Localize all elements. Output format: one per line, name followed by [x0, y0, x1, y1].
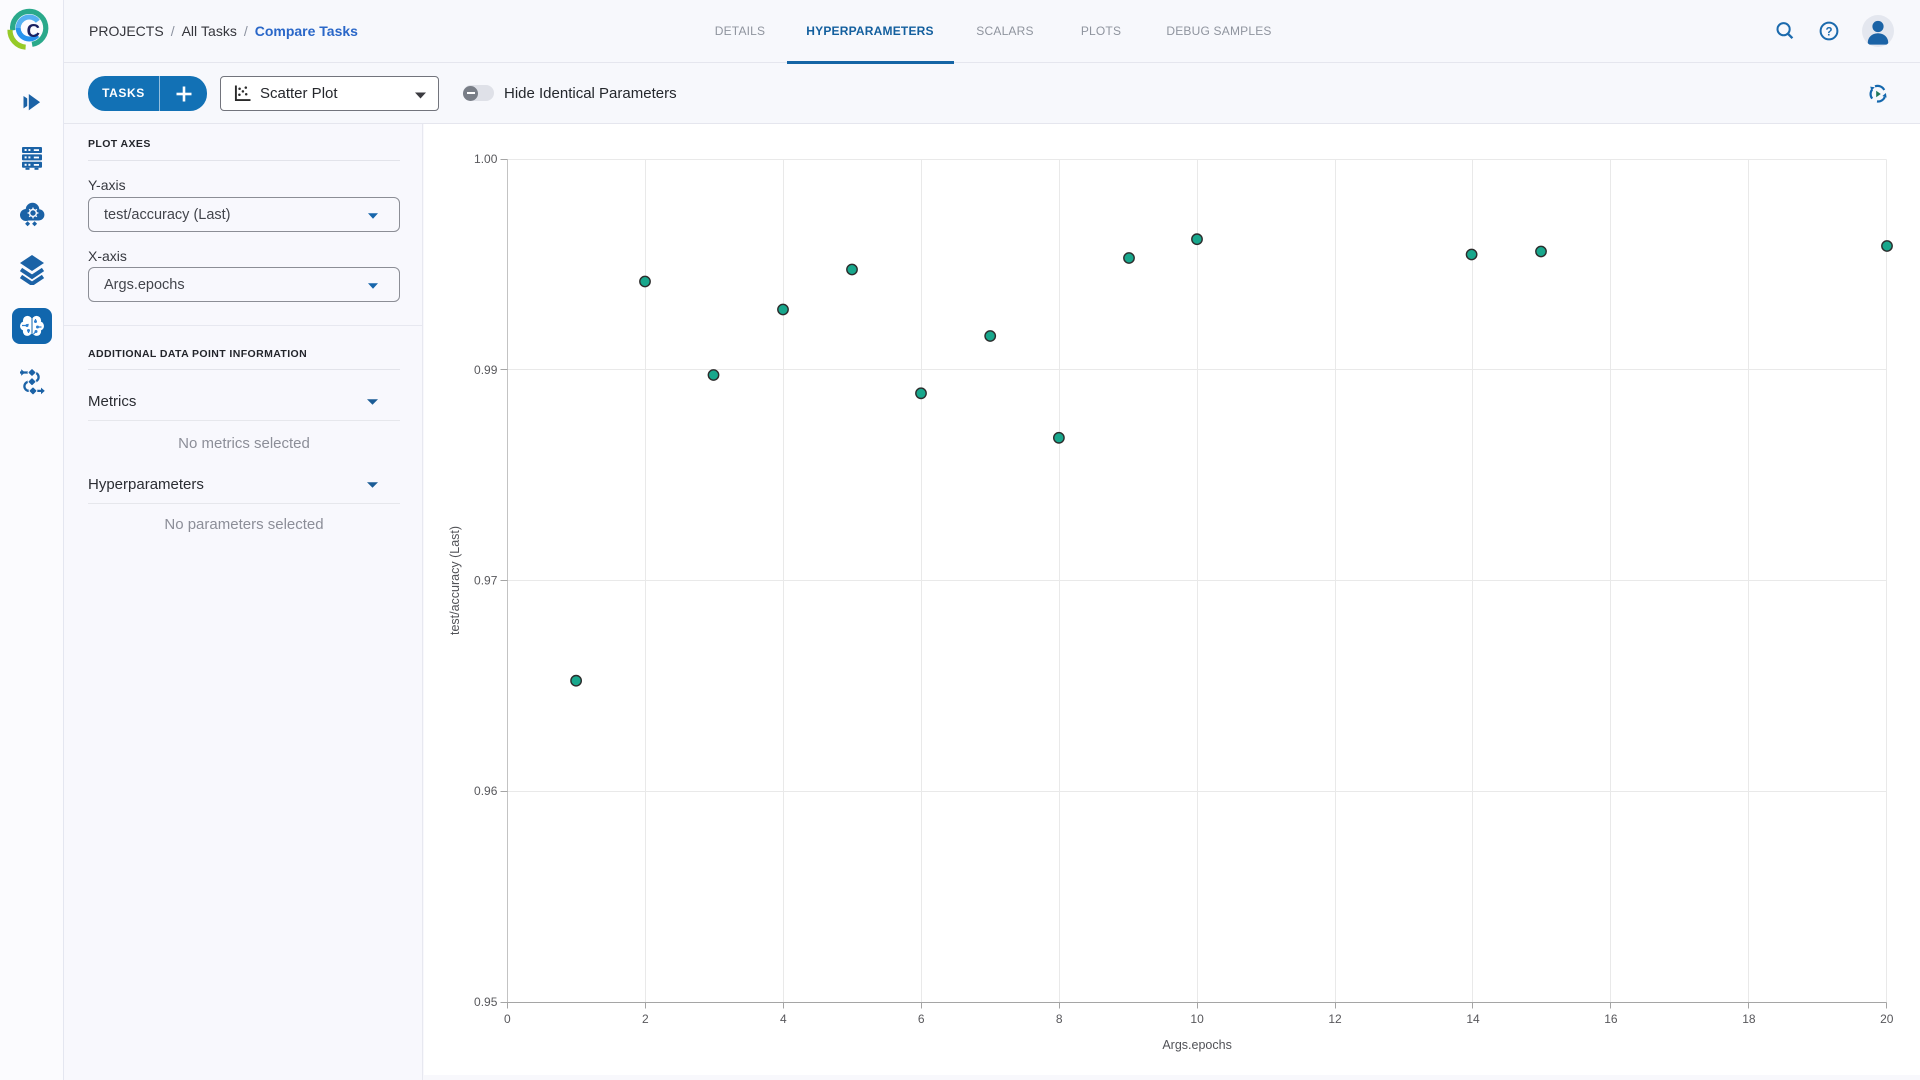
svg-text:12: 12: [1328, 1012, 1342, 1026]
svg-text:0.99: 0.99: [474, 363, 498, 377]
svg-text:0.97: 0.97: [474, 574, 498, 588]
svg-text:C: C: [27, 20, 40, 41]
svg-text:10: 10: [1190, 1012, 1204, 1026]
svg-text:14: 14: [1466, 1012, 1480, 1026]
svg-text:4: 4: [780, 1012, 787, 1026]
svg-text:18: 18: [1742, 1012, 1756, 1026]
svg-text:16: 16: [1604, 1012, 1618, 1026]
svg-text:0.95: 0.95: [474, 995, 498, 1009]
svg-text:8: 8: [1056, 1012, 1063, 1026]
svg-text:2: 2: [642, 1012, 649, 1026]
svg-text:0.96: 0.96: [474, 784, 498, 798]
svg-text:6: 6: [918, 1012, 925, 1026]
svg-text:20: 20: [1880, 1012, 1894, 1026]
svg-text:1.00: 1.00: [474, 152, 498, 166]
svg-text:0: 0: [504, 1012, 511, 1026]
svg-text:Args.epochs: Args.epochs: [1162, 1038, 1231, 1052]
svg-text:test/accuracy (Last): test/accuracy (Last): [448, 526, 462, 635]
svg-text:?: ?: [1825, 26, 1832, 38]
